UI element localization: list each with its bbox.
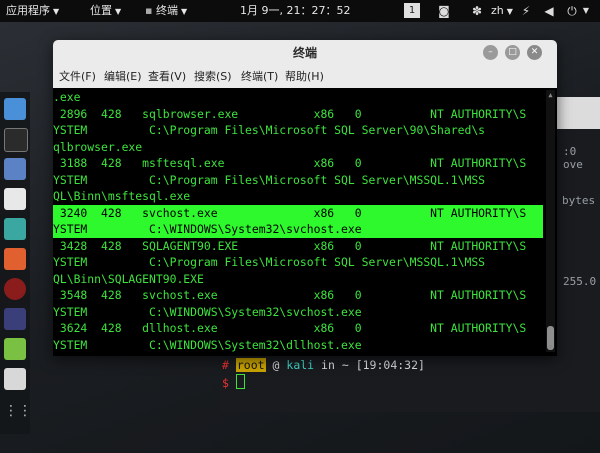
terminal-icon[interactable] xyxy=(4,128,28,152)
camera-icon[interactable]: ◙ xyxy=(437,4,451,18)
scroll-up-icon[interactable]: ▲ xyxy=(546,90,555,100)
terminal-line: QL\Binn\SQLAGENT90.EXE xyxy=(53,271,204,286)
network-icon[interactable]: ⚡ xyxy=(519,4,533,18)
applications-menu-label: 应用程序 xyxy=(6,4,50,17)
prompt-hash: # xyxy=(222,358,229,372)
menu-search[interactable]: 搜索(S) xyxy=(194,66,232,88)
language-indicator[interactable]: zh ▼ xyxy=(491,0,513,22)
active-app-label: 终端 xyxy=(155,4,178,17)
menu-edit[interactable]: 编辑(E) xyxy=(104,66,142,88)
terminal-line: YSTEM C:\Program Files\Microsoft SQL Ser… xyxy=(53,172,486,187)
armitage-icon[interactable] xyxy=(4,218,26,240)
prompt-line: # root @ kali in ~ [19:04:32] xyxy=(222,358,425,372)
terminal-line: .exe xyxy=(53,90,81,104)
volume-icon[interactable]: ◀ xyxy=(542,4,556,18)
menu-view[interactable]: 查看(V) xyxy=(148,66,186,88)
terminal-line: 3548 428 svchost.exe x86 0 NT AUTHORITY\… xyxy=(53,288,527,302)
prompt-time: [19:04:32] xyxy=(355,358,425,372)
burpsuite-icon[interactable] xyxy=(4,248,26,270)
maltego-icon[interactable] xyxy=(4,308,26,330)
beef-icon[interactable] xyxy=(4,278,26,300)
metasploit-icon[interactable] xyxy=(4,188,26,210)
workspace-indicator[interactable]: 1 xyxy=(404,3,420,18)
chevron-down-icon: ▼ xyxy=(115,7,122,16)
bluetooth-icon[interactable]: ✽ xyxy=(470,4,484,18)
terminal-line: 3428 428 SQLAGENT90.EXE x86 0 NT AUTHORI… xyxy=(53,238,527,253)
terminal-line: YSTEM C:\WINDOWS\System32\dllhost.exe xyxy=(53,337,362,352)
chevron-down-icon[interactable]: ▼ xyxy=(579,4,593,18)
window-title[interactable]: 终端 xyxy=(53,40,557,66)
dock: ⋮⋮ xyxy=(0,92,32,434)
chevron-down-icon: ▼ xyxy=(180,7,188,16)
terminal-output[interactable]: YSTEM C:\WINDOWS\System32\dllhost.exe 36… xyxy=(53,88,557,356)
prompt-dir: ~ xyxy=(341,358,349,372)
chevron-down-icon: ▼ xyxy=(53,7,60,16)
close-icon[interactable]: ✕ xyxy=(527,45,542,60)
terminal-small-icon: ▪ xyxy=(145,4,153,17)
notes-icon[interactable] xyxy=(4,338,26,360)
terminal-line: YSTEM C:\WINDOWS\System32\svchost.exe xyxy=(53,304,362,319)
menu-help[interactable]: 帮助(H) xyxy=(285,66,324,88)
prompt-host: kali xyxy=(286,358,315,372)
prompt-input-line[interactable]: $ xyxy=(222,374,245,390)
files-icon[interactable] xyxy=(4,158,26,180)
background-text-fragment: 255.0 xyxy=(563,275,597,288)
terminal-line: YSTEM C:\Program Files\Microsoft SQL Ser… xyxy=(53,123,486,137)
terminal-line: QL\Binn\msftesql.exe xyxy=(53,189,191,203)
terminal-line: YSTEM C:\Program Files\Microsoft SQL Ser… xyxy=(53,255,486,269)
browser-icon[interactable] xyxy=(4,98,26,120)
terminal-line: 3624 428 dllhost.exe x86 0 NT AUTHORITY\… xyxy=(53,321,527,335)
background-text-fragment: :0 ove xyxy=(563,145,583,171)
background-text-fragment: bytes xyxy=(562,194,596,207)
power-icon[interactable]: ⏻ xyxy=(565,4,579,18)
terminal-window[interactable]: 终端 – □ ✕ 文件(F) 编辑(E) 查看(V) 搜索(S) 终端(T) 帮… xyxy=(53,40,557,356)
prompt-in: in xyxy=(321,358,335,372)
minimize-icon[interactable]: – xyxy=(483,45,498,60)
places-menu-label: 位置 xyxy=(90,4,112,17)
cursor xyxy=(235,374,245,389)
maximize-icon[interactable]: □ xyxy=(505,45,520,60)
menu-bar: 文件(F) 编辑(E) 查看(V) 搜索(S) 终端(T) 帮助(H) xyxy=(53,66,557,88)
scroll-down-icon[interactable]: ▼ xyxy=(546,342,555,352)
settings-app-icon[interactable] xyxy=(4,368,26,390)
terminal-line: qlbrowser.exe xyxy=(53,139,143,154)
prompt-symbol: $ xyxy=(222,376,229,390)
menu-file[interactable]: 文件(F) xyxy=(59,66,96,88)
clock[interactable]: 1月 9一, 21：27：52 xyxy=(240,0,350,22)
show-apps-grid-icon[interactable]: ⋮⋮ xyxy=(4,400,32,422)
prompt-at: @ xyxy=(272,358,280,372)
places-menu[interactable]: 位置 ▼ xyxy=(90,0,121,22)
prompt-user: root xyxy=(235,358,266,372)
terminal-line: 3188 428 msftesql.exe x86 0 NT AUTHORITY… xyxy=(53,156,527,170)
scrollbar[interactable]: ▲ ▼ xyxy=(546,90,555,352)
top-bar: 应用程序 ▼ 位置 ▼ ▪ 终端 ▼ 1月 9一, 21：27：52 1 ◙ ✽ zh… xyxy=(0,0,600,22)
active-app-menu[interactable]: ▪ 终端 ▼ xyxy=(145,0,187,22)
menu-terminal[interactable]: 终端(T) xyxy=(241,66,278,88)
terminal-line: 2896 428 sqlbrowser.exe x86 0 NT AUTHORI… xyxy=(53,106,527,121)
language-label: zh xyxy=(491,4,504,17)
terminal-line: YSTEM C:\WINDOWS\System32\svchost.exe xyxy=(53,221,543,238)
applications-menu[interactable]: 应用程序 ▼ xyxy=(6,0,59,22)
terminal-line: 3240 428 svchost.exe x86 0 NT AUTHORITY\… xyxy=(53,204,543,221)
chevron-down-icon: ▼ xyxy=(506,7,513,16)
